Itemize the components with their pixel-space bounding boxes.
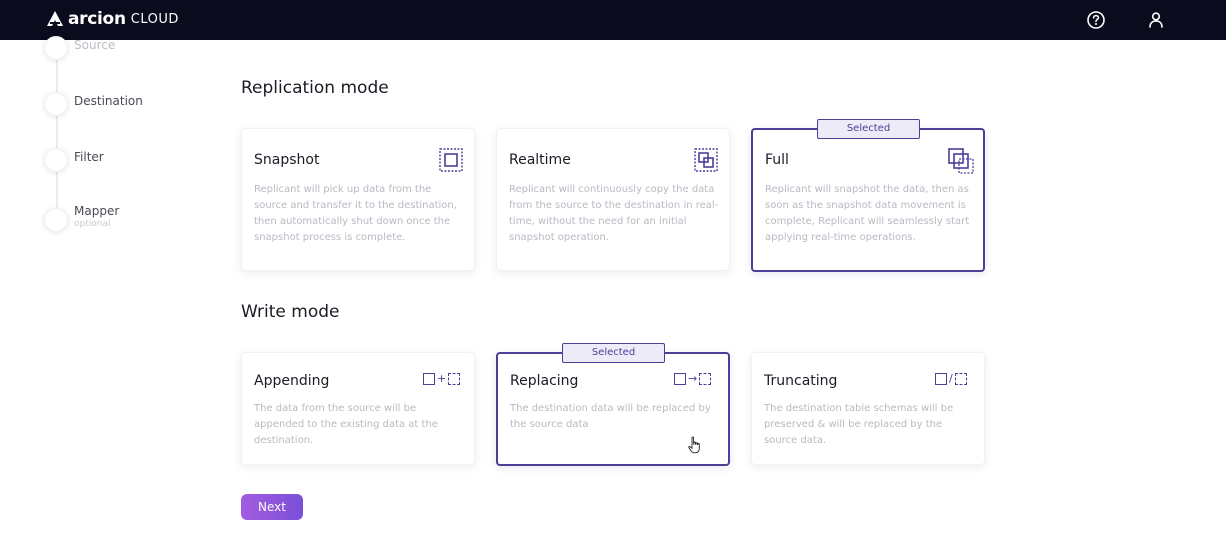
hand-cursor-icon <box>688 436 700 454</box>
card-title: Realtime <box>509 152 571 168</box>
setup-stepper: Source Destination Filter Mapper optiona… <box>0 36 200 260</box>
step-label: Destination <box>74 94 143 108</box>
arcion-logo-icon <box>47 11 63 26</box>
replacing-icon: → <box>674 372 712 385</box>
icon-separator: + <box>437 372 447 385</box>
card-title: Truncating <box>764 373 838 389</box>
appending-icon: + <box>423 372 461 385</box>
card-description: Replicant will continuously copy the dat… <box>509 184 719 243</box>
snapshot-icon <box>439 148 463 172</box>
stepper-line <box>56 52 58 222</box>
brand-name: arcion <box>68 9 126 29</box>
top-bar: arcion CLOUD <box>0 0 1226 40</box>
step-label: Filter <box>74 150 104 164</box>
card-description: The destination data will be replaced by… <box>510 403 711 430</box>
replication-card-full[interactable]: Selected Full Replicant will snapshot th… <box>751 119 985 272</box>
step-label: Mapper <box>74 204 120 218</box>
step-indicator <box>44 92 68 116</box>
help-circle-icon[interactable] <box>1086 10 1106 30</box>
card-title: Snapshot <box>254 152 320 168</box>
truncating-icon: / <box>935 373 967 385</box>
card-title: Replacing <box>510 373 579 389</box>
step-indicator <box>44 148 68 172</box>
step-source[interactable]: Source <box>44 36 115 60</box>
selected-badge: Selected <box>817 119 920 139</box>
card-description: Replicant will snapshot the data, then a… <box>765 184 970 243</box>
brand-suffix: CLOUD <box>130 11 179 27</box>
step-filter[interactable]: Filter <box>44 148 104 172</box>
full-icon <box>948 148 974 174</box>
write-card-truncating[interactable]: Truncating / The destination table schem… <box>751 352 985 465</box>
card-description: The destination table schemas will be pr… <box>764 403 954 446</box>
step-label: Source <box>74 38 116 52</box>
step-optional-label: optional <box>74 219 111 229</box>
user-icon[interactable] <box>1146 10 1166 30</box>
card-description: The data from the source will be appende… <box>254 403 438 446</box>
realtime-icon <box>694 148 718 172</box>
card-title: Full <box>765 152 789 168</box>
replication-mode-title: Replication mode <box>241 78 389 98</box>
replication-card-realtime[interactable]: Realtime Replicant will continuously cop… <box>496 128 730 271</box>
step-indicator <box>44 208 68 232</box>
selected-badge: Selected <box>562 343 665 363</box>
card-description: Replicant will pick up data from the sou… <box>254 184 457 243</box>
step-indicator <box>44 36 68 60</box>
write-card-appending[interactable]: Appending + The data from the source wil… <box>241 352 475 465</box>
replication-card-snapshot[interactable]: Snapshot Replicant will pick up data fro… <box>241 128 475 271</box>
step-destination[interactable]: Destination <box>44 92 143 116</box>
step-mapper[interactable]: Mapper optional <box>44 204 119 232</box>
icon-separator: / <box>949 372 953 385</box>
icon-separator: → <box>688 372 698 385</box>
write-mode-title: Write mode <box>241 302 340 322</box>
brand-logo[interactable]: arcion CLOUD <box>46 9 179 29</box>
card-title: Appending <box>254 373 330 389</box>
next-button[interactable]: Next <box>241 494 303 520</box>
